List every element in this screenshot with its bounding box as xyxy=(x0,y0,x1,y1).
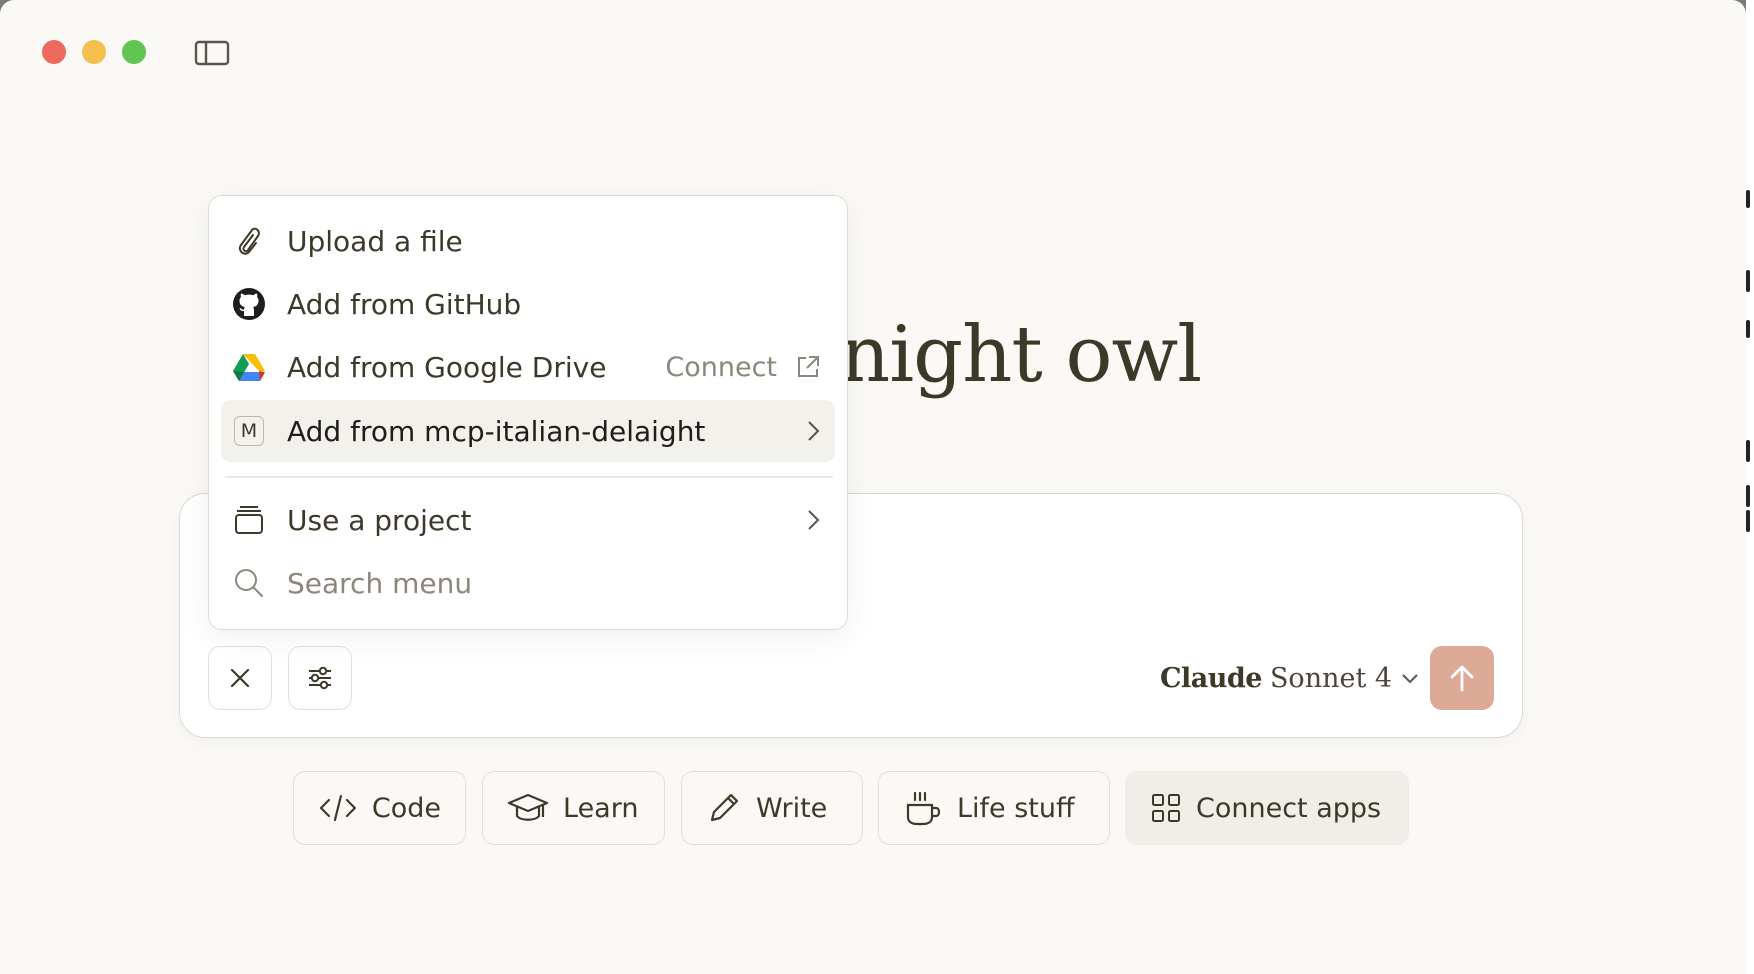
menu-item-label: Add from mcp-italian-delaight xyxy=(287,414,706,448)
grid-icon xyxy=(1152,794,1180,822)
tools-button[interactable] xyxy=(288,646,352,710)
greeting-heading: night owl xyxy=(840,310,1202,400)
menu-divider xyxy=(225,476,833,478)
chip-label: Connect apps xyxy=(1196,792,1382,824)
chevron-right-icon xyxy=(808,421,820,441)
edge-mark xyxy=(1746,190,1750,208)
suggestion-connect-apps[interactable]: Connect apps xyxy=(1125,771,1409,845)
paperclip-icon xyxy=(238,227,260,255)
maximize-window-button[interactable] xyxy=(122,40,146,64)
pencil-icon xyxy=(710,793,739,822)
attach-menu: Upload a file Add from GitHub Add from G… xyxy=(208,195,848,630)
chip-label: Write xyxy=(756,792,828,824)
edge-mark xyxy=(1746,270,1750,292)
menu-item-label: Add from GitHub xyxy=(287,287,522,321)
coffee-cup-icon xyxy=(906,791,941,826)
sidebar-toggle-button[interactable] xyxy=(194,38,230,68)
menu-item-mcp-italian-delaight[interactable]: M Add from mcp-italian-delaight xyxy=(221,400,835,462)
m-badge-icon: M xyxy=(234,416,264,446)
model-name: Sonnet 4 xyxy=(1269,662,1393,694)
app-window: night owl Claude Sonnet 4 Code Learn Wri… xyxy=(0,0,1746,974)
suggestion-code[interactable]: Code xyxy=(293,771,466,845)
menu-item-label: Add from Google Drive xyxy=(287,350,607,384)
sliders-icon xyxy=(309,666,331,690)
github-icon xyxy=(233,288,265,320)
edge-mark xyxy=(1746,510,1750,532)
arrow-up-icon xyxy=(1450,665,1474,692)
chevron-down-icon xyxy=(1402,674,1418,684)
sidebar-icon xyxy=(194,40,230,66)
connect-label: Connect xyxy=(665,351,777,383)
send-button[interactable] xyxy=(1430,646,1494,710)
edge-mark xyxy=(1746,320,1750,338)
minimize-window-button[interactable] xyxy=(82,40,106,64)
drive-connect-action[interactable]: Connect xyxy=(665,352,821,383)
edge-mark xyxy=(1746,485,1750,507)
model-brand: Claude xyxy=(1160,662,1262,694)
edge-mark xyxy=(1746,440,1750,462)
chip-label: Code xyxy=(371,792,441,824)
menu-item-github[interactable]: Add from GitHub xyxy=(221,273,835,335)
menu-item-google-drive[interactable]: Add from Google Drive Connect xyxy=(221,336,835,398)
google-drive-icon xyxy=(233,354,265,381)
menu-search[interactable]: Search menu xyxy=(221,552,835,614)
close-window-button[interactable] xyxy=(42,40,66,64)
menu-item-label: Upload a file xyxy=(287,224,463,258)
search-menu-placeholder: Search menu xyxy=(287,566,473,600)
suggestion-learn[interactable]: Learn xyxy=(482,771,665,845)
model-selector[interactable]: Claude Sonnet 4 xyxy=(1160,658,1420,698)
chip-label: Life stuff xyxy=(957,792,1075,824)
close-menu-button[interactable] xyxy=(208,646,272,710)
menu-item-use-project[interactable]: Use a project xyxy=(221,489,835,551)
menu-item-upload-file[interactable]: Upload a file xyxy=(221,210,835,272)
code-icon xyxy=(319,794,356,822)
chevron-right-icon xyxy=(808,510,820,530)
chip-label: Learn xyxy=(563,792,639,824)
project-box-icon xyxy=(235,506,263,534)
suggestion-write[interactable]: Write xyxy=(681,771,863,845)
search-icon xyxy=(235,569,263,597)
close-icon xyxy=(230,668,250,688)
menu-item-label: Use a project xyxy=(287,503,472,537)
graduation-cap-icon xyxy=(507,793,549,821)
external-link-icon xyxy=(798,356,819,377)
suggestion-life-stuff[interactable]: Life stuff xyxy=(878,771,1110,845)
